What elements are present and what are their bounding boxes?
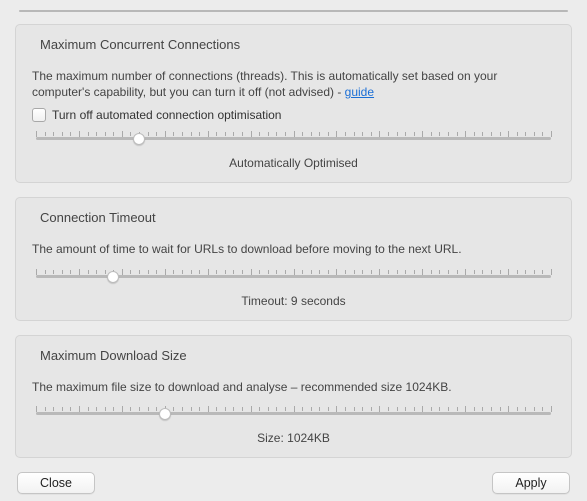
apply-button[interactable]: Apply: [492, 472, 570, 494]
slider-thumb[interactable]: [133, 133, 145, 145]
panel-connection-timeout: Connection Timeout The amount of time to…: [15, 197, 572, 320]
footer-buttons: Close Apply: [15, 472, 572, 494]
panel-title: Maximum Download Size: [40, 348, 555, 363]
slider-thumb[interactable]: [107, 271, 119, 283]
close-button[interactable]: Close: [17, 472, 95, 494]
slider-container: Automatically Optimised: [36, 128, 551, 170]
checkbox-row: Turn off automated connection optimisati…: [32, 108, 555, 122]
panels-container: Maximum Concurrent Connections The maxim…: [15, 24, 572, 472]
slider-container: Timeout: 9 seconds: [36, 266, 551, 308]
slider-caption: Automatically Optimised: [36, 156, 551, 170]
connection-timeout-slider[interactable]: [36, 266, 551, 286]
panel-title: Connection Timeout: [40, 210, 555, 225]
panel-max-concurrent-connections: Maximum Concurrent Connections The maxim…: [15, 24, 572, 183]
max-download-size-slider[interactable]: [36, 403, 551, 423]
slider-thumb[interactable]: [159, 408, 171, 420]
slider-container: Size: 1024KB: [36, 403, 551, 445]
slider-caption: Size: 1024KB: [36, 431, 551, 445]
panel-description: The maximum number of connections (threa…: [32, 68, 555, 100]
panel-description: The maximum file size to download and an…: [32, 379, 555, 395]
slider-caption: Timeout: 9 seconds: [36, 294, 551, 308]
panel-description: The amount of time to wait for URLs to d…: [32, 241, 555, 257]
panel-max-download-size: Maximum Download Size The maximum file s…: [15, 335, 572, 458]
panel-desc-text: The maximum number of connections (threa…: [32, 69, 497, 99]
turn-off-optimisation-checkbox[interactable]: [32, 108, 46, 122]
panel-title: Maximum Concurrent Connections: [40, 37, 555, 52]
guide-link[interactable]: guide: [345, 85, 374, 99]
concurrent-connections-slider[interactable]: [36, 128, 551, 148]
checkbox-label: Turn off automated connection optimisati…: [52, 108, 281, 122]
tab-bar: Connections Link Analysis User Agent Lin…: [19, 10, 568, 12]
